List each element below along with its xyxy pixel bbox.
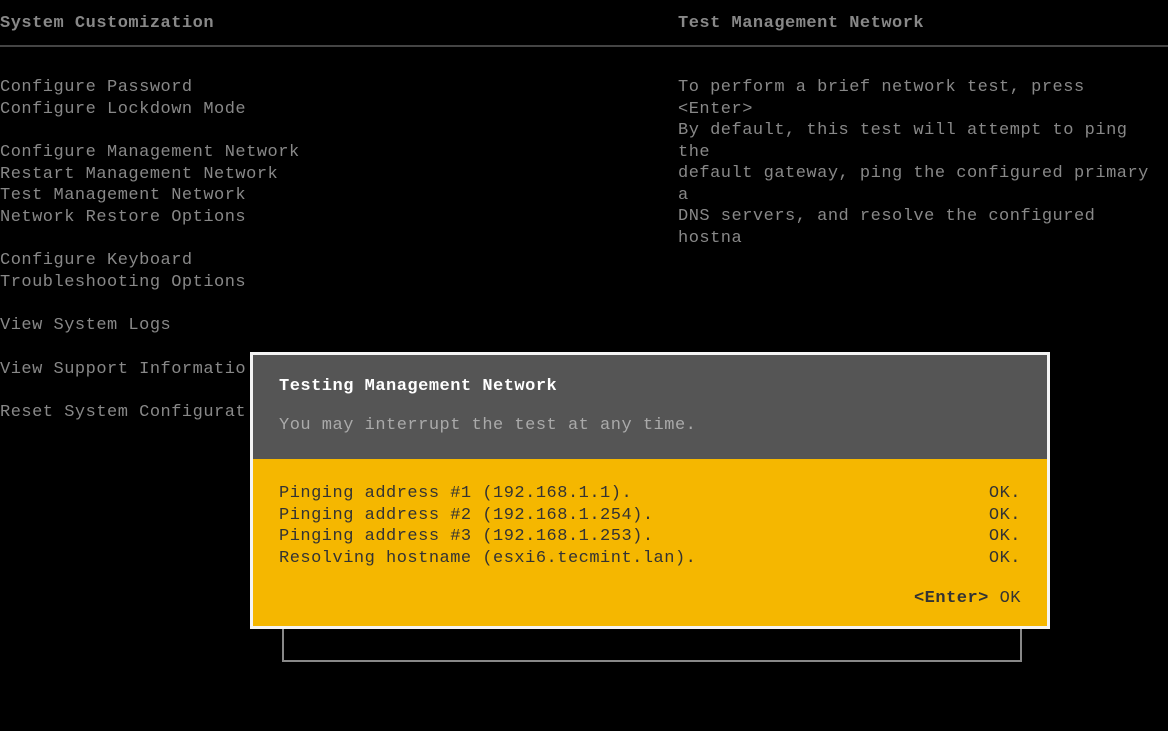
menu-configure-password[interactable]: Configure Password xyxy=(0,77,678,99)
test-result: OK. xyxy=(981,526,1021,548)
page-title-left: System Customization xyxy=(0,14,214,33)
menu-configure-lockdown-mode[interactable]: Configure Lockdown Mode xyxy=(0,99,678,121)
test-label: Pinging address #2 (192.168.1.254). xyxy=(279,505,981,527)
ok-button[interactable]: OK xyxy=(989,589,1021,608)
description-line: To perform a brief network test, press <… xyxy=(678,77,1168,120)
menu-view-system-logs[interactable]: View System Logs xyxy=(0,315,678,337)
menu-configure-management-network[interactable]: Configure Management Network xyxy=(0,142,678,164)
test-result: OK. xyxy=(981,548,1021,570)
dialog-subtitle: You may interrupt the test at any time. xyxy=(279,416,1021,435)
menu-troubleshooting-options[interactable]: Troubleshooting Options xyxy=(0,272,678,294)
menu-configure-keyboard[interactable]: Configure Keyboard xyxy=(0,250,678,272)
test-result-row: Resolving hostname (esxi6.tecmint.lan). … xyxy=(279,548,1021,570)
page-title-right: Test Management Network xyxy=(678,14,924,33)
test-label: Pinging address #3 (192.168.1.253). xyxy=(279,526,981,548)
dialog-header: Testing Management Network You may inter… xyxy=(253,355,1047,459)
description-line: default gateway, ping the configured pri… xyxy=(678,163,1168,206)
dialog-body: Pinging address #1 (192.168.1.1). OK. Pi… xyxy=(253,459,1047,626)
background-box-remnant xyxy=(282,626,1022,662)
header-bar: System Customization Test Management Net… xyxy=(0,0,1168,47)
test-result: OK. xyxy=(981,505,1021,527)
dialog-title: Testing Management Network xyxy=(279,377,1021,396)
description-line: By default, this test will attempt to pi… xyxy=(678,120,1168,163)
test-result-row: Pinging address #1 (192.168.1.1). OK. xyxy=(279,483,1021,505)
test-result-row: Pinging address #3 (192.168.1.253). OK. xyxy=(279,526,1021,548)
test-label: Resolving hostname (esxi6.tecmint.lan). xyxy=(279,548,981,570)
test-result-row: Pinging address #2 (192.168.1.254). OK. xyxy=(279,505,1021,527)
dialog-footer: <Enter> OK xyxy=(279,569,1021,608)
testing-network-dialog: Testing Management Network You may inter… xyxy=(250,352,1050,629)
description-line: DNS servers, and resolve the configured … xyxy=(678,206,1168,249)
enter-key-hint[interactable]: <Enter> xyxy=(914,589,989,608)
test-result: OK. xyxy=(981,483,1021,505)
test-label: Pinging address #1 (192.168.1.1). xyxy=(279,483,981,505)
menu-restart-management-network[interactable]: Restart Management Network xyxy=(0,164,678,186)
menu-network-restore-options[interactable]: Network Restore Options xyxy=(0,207,678,229)
menu-test-management-network[interactable]: Test Management Network xyxy=(0,185,678,207)
